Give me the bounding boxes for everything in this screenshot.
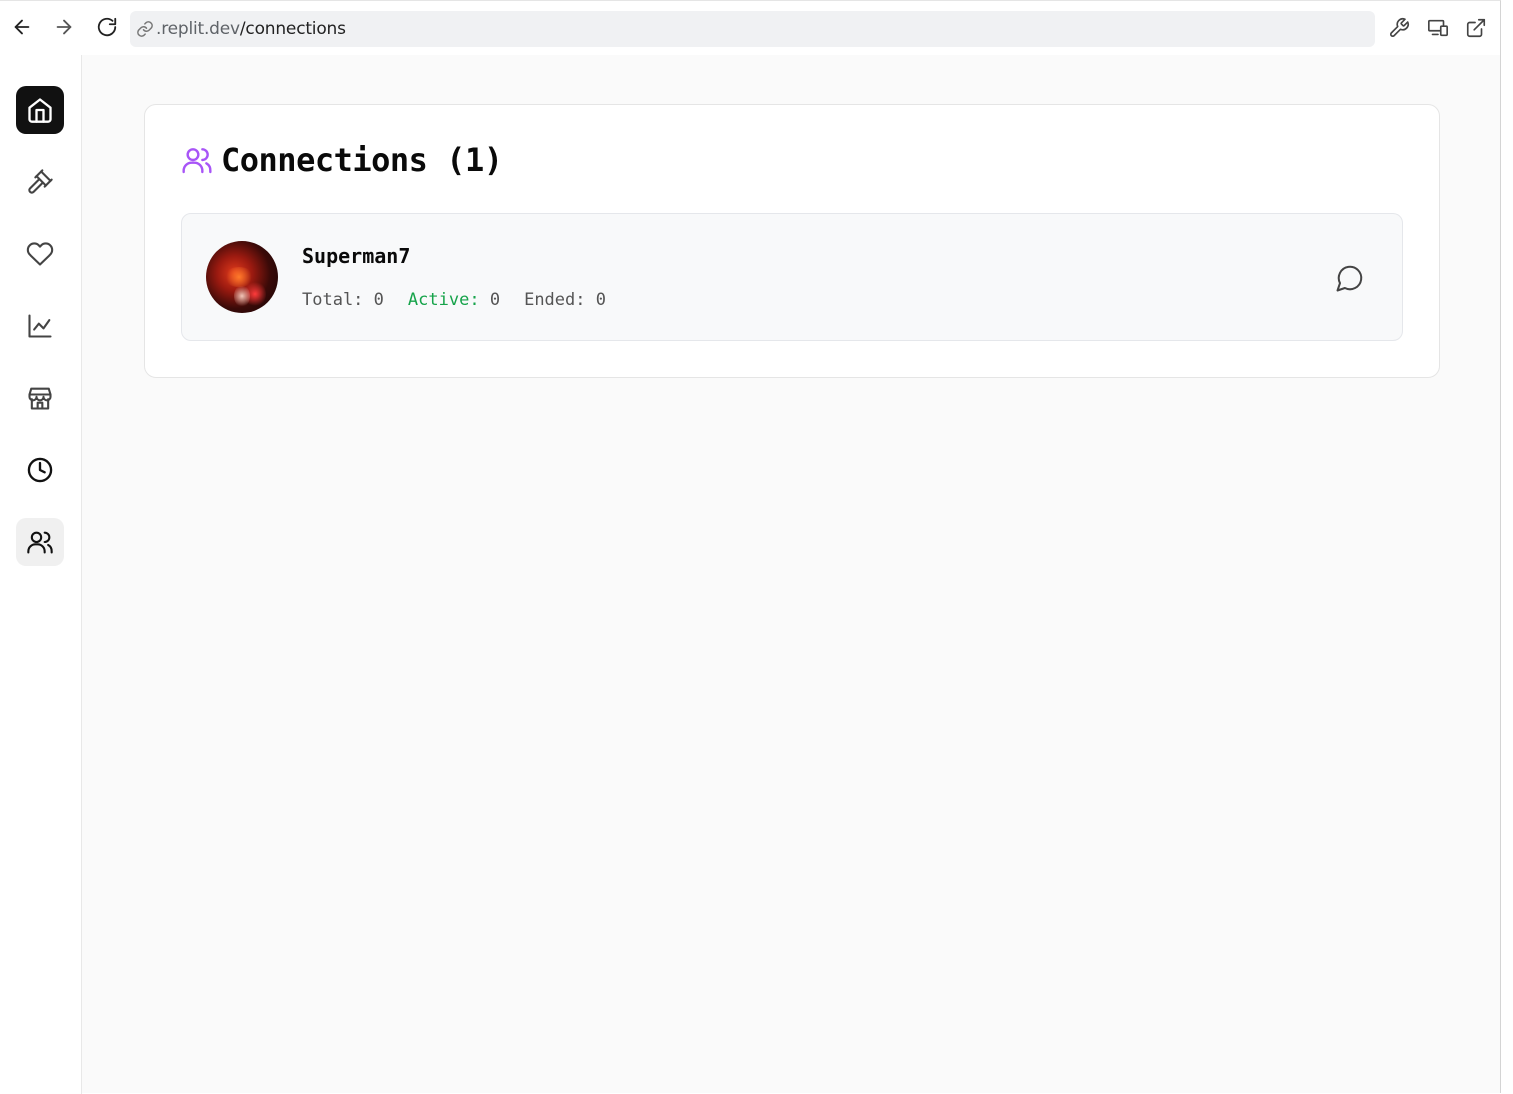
- message-circle-icon: [1336, 265, 1363, 292]
- page-title: Connections (1): [221, 141, 503, 179]
- gavel-icon: [28, 169, 53, 194]
- reload-icon: [97, 17, 117, 37]
- stat-active-value: 0: [489, 290, 501, 310]
- stat-active: Active: 0: [408, 290, 500, 310]
- avatar[interactable]: [206, 241, 278, 313]
- url-path: /connections: [239, 19, 346, 39]
- arrow-left-icon: [14, 19, 30, 35]
- browser-toolbar: .replit.dev/connections: [0, 1, 1500, 55]
- devtools-button[interactable]: [1386, 15, 1412, 41]
- store-icon: [28, 387, 52, 410]
- message-button[interactable]: [1334, 262, 1366, 294]
- users-icon: [27, 531, 53, 554]
- stat-ended-label: Ended:: [524, 290, 586, 310]
- connection-item[interactable]: Superman7 Total: 0 Active: 0 Ended: 0: [181, 213, 1403, 341]
- stat-total-value: 0: [373, 290, 384, 310]
- url-text: .replit.dev/connections: [156, 19, 346, 39]
- sidebar: [0, 55, 82, 1094]
- stat-ended: Ended: 0: [524, 290, 606, 310]
- responsive-view-button[interactable]: [1425, 15, 1451, 41]
- chart-line-icon: [28, 314, 52, 338]
- forward-button[interactable]: [50, 13, 78, 41]
- back-button[interactable]: [8, 13, 36, 41]
- link-icon: [136, 20, 154, 38]
- clock-icon: [27, 457, 53, 483]
- sidebar-item-analytics[interactable]: [16, 302, 64, 350]
- home-icon: [28, 98, 52, 123]
- url-domain: .replit.dev: [156, 19, 240, 39]
- sidebar-item-favorites[interactable]: [16, 230, 64, 278]
- connection-username[interactable]: Superman7: [302, 244, 410, 268]
- browser-window: .replit.dev/connections Connections (1) …: [0, 0, 1501, 1094]
- open-new-tab-button[interactable]: [1463, 15, 1489, 41]
- heart-icon: [26, 242, 54, 266]
- address-bar[interactable]: .replit.dev/connections: [130, 11, 1375, 47]
- sidebar-item-home[interactable]: [16, 86, 64, 134]
- connection-stats: Total: 0 Active: 0 Ended: 0: [302, 290, 606, 310]
- arrow-right-icon: [56, 19, 72, 35]
- reload-button[interactable]: [93, 13, 121, 41]
- sidebar-item-connections[interactable]: [16, 518, 64, 566]
- stat-active-label: Active:: [407, 290, 480, 310]
- sidebar-item-auctions[interactable]: [16, 158, 64, 206]
- sidebar-item-history[interactable]: [16, 446, 64, 494]
- sidebar-item-store[interactable]: [16, 374, 64, 422]
- users-icon: [181, 144, 213, 176]
- wrench-icon: [1390, 18, 1409, 37]
- devices-icon: [1428, 19, 1448, 37]
- page-header: Connections (1): [181, 141, 503, 179]
- stat-total-label: Total:: [302, 290, 364, 310]
- external-link-icon: [1466, 18, 1486, 38]
- connections-card: Connections (1) Superman7 Total: 0 Activ…: [144, 104, 1440, 378]
- stat-ended-value: 0: [595, 290, 606, 310]
- stat-total: Total: 0: [302, 290, 384, 310]
